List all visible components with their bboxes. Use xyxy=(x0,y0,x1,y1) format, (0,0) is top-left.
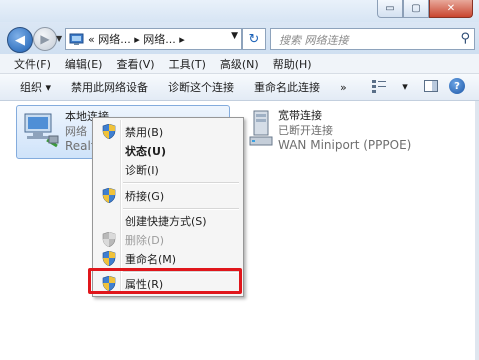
menu-view[interactable]: 查看(V) xyxy=(116,56,154,72)
menu-item-label: 诊断(I) xyxy=(125,163,159,177)
menu-edit[interactable]: 编辑(E) xyxy=(65,56,103,72)
menu-item-disable[interactable]: 禁用(B) xyxy=(95,122,241,141)
organize-button[interactable]: 组织 ▾ xyxy=(20,79,51,95)
menu-help[interactable]: 帮助(H) xyxy=(273,56,312,72)
menu-tools[interactable]: 工具(T) xyxy=(169,56,206,72)
menu-item-label: 删除(D) xyxy=(125,233,165,247)
menu-advanced[interactable]: 高级(N) xyxy=(220,56,259,72)
connection-labels: 宽带连接 已断开连接 WAN Miniport (PPPOE) xyxy=(278,108,411,153)
uac-shield-icon xyxy=(102,188,116,203)
maximize-icon: ▢ xyxy=(411,3,421,14)
maximize-button[interactable]: ▢ xyxy=(403,0,429,18)
view-controls: ▾ ? xyxy=(361,78,465,94)
menu-item-create-shortcut[interactable]: 创建快捷方式(S) xyxy=(95,211,241,230)
broadband-connection-icon xyxy=(249,110,273,146)
window-controls: ▭ ▢ ✕ xyxy=(377,0,473,18)
forward-button[interactable]: ▶ xyxy=(33,27,57,51)
refresh-icon: ↻ xyxy=(248,31,260,47)
preview-pane-icon[interactable] xyxy=(423,78,439,94)
uac-shield-icon xyxy=(102,251,116,266)
address-bar[interactable]: « 网络... ▸ 网络... ▸ ▼ xyxy=(65,28,242,50)
menu-item-delete: 删除(D) xyxy=(95,230,241,249)
minimize-button[interactable]: ▭ xyxy=(377,0,403,18)
close-button[interactable]: ✕ xyxy=(429,0,473,18)
uac-shield-icon xyxy=(102,232,116,247)
search-icon[interactable]: ⚲ xyxy=(460,31,470,46)
breadcrumb-item[interactable]: 网络... xyxy=(143,33,176,46)
search-input[interactable]: 搜索 网络连接 ⚲ xyxy=(270,28,475,50)
menu-separator xyxy=(123,208,239,210)
menu-item-status[interactable]: 状态(U) xyxy=(95,141,241,160)
address-row: ◀ ▶ ▼ « 网络... ▸ 网络... ▸ ▼ ↻ 搜索 网络连接 ⚲ xyxy=(0,22,479,54)
breadcrumb-separator[interactable]: ▸ xyxy=(179,33,185,46)
menu-file[interactable]: 文件(F) xyxy=(14,56,51,72)
minimize-icon: ▭ xyxy=(385,3,395,14)
network-adapter-icon xyxy=(24,113,59,148)
menu-item-label: 桥接(G) xyxy=(125,189,165,203)
title-bar: ▭ ▢ ✕ xyxy=(0,0,479,22)
connection-status: 已断开连接 xyxy=(278,124,333,137)
breadcrumb: « 网络... ▸ 网络... ▸ xyxy=(88,31,185,47)
uac-shield-icon xyxy=(102,124,116,139)
arrow-right-icon: ▶ xyxy=(40,32,50,46)
menu-item-label: 重命名(M) xyxy=(125,252,177,266)
connection-device: WAN Miniport (PPPOE) xyxy=(278,138,412,152)
connection-name: 宽带连接 xyxy=(278,109,322,122)
menu-bar: 文件(F) 编辑(E) 查看(V) 工具(T) 高级(N) 帮助(H) xyxy=(0,54,479,74)
rename-connection-button[interactable]: 重命名此连接 xyxy=(254,79,320,95)
back-button[interactable]: ◀ xyxy=(7,27,33,53)
command-bar: 组织 ▾ 禁用此网络设备 诊断这个连接 重命名此连接 » ▾ ? xyxy=(0,74,479,101)
menu-item-label: 创建快捷方式(S) xyxy=(125,214,207,228)
recent-pages-dropdown[interactable]: ▼ xyxy=(56,34,62,43)
connection-tile-broadband[interactable]: 宽带连接 已断开连接 WAN Miniport (PPPOE) xyxy=(244,105,454,157)
disable-device-button[interactable]: 禁用此网络设备 xyxy=(71,79,148,95)
breadcrumb-overflow[interactable]: « xyxy=(88,33,95,46)
breadcrumb-item[interactable]: 网络... xyxy=(98,33,131,46)
close-icon: ✕ xyxy=(446,3,456,14)
change-view-icon[interactable] xyxy=(371,78,387,94)
menu-item-label: 禁用(B) xyxy=(125,125,164,139)
view-dropdown-icon[interactable]: ▾ xyxy=(397,78,413,94)
menu-item-rename[interactable]: 重命名(M) xyxy=(95,249,241,268)
help-icon[interactable]: ? xyxy=(449,78,465,94)
diagnose-connection-button[interactable]: 诊断这个连接 xyxy=(168,79,234,95)
address-dropdown-icon[interactable]: ▼ xyxy=(231,31,238,41)
menu-item-label: 状态(U) xyxy=(125,144,166,158)
network-folder-icon xyxy=(69,33,84,45)
breadcrumb-separator[interactable]: ▸ xyxy=(134,33,140,46)
menu-item-bridge[interactable]: 桥接(G) xyxy=(95,186,241,205)
refresh-button[interactable]: ↻ xyxy=(242,28,266,50)
search-placeholder: 搜索 网络连接 xyxy=(279,34,349,47)
menu-item-diagnose[interactable]: 诊断(I) xyxy=(95,160,241,179)
arrow-left-icon: ◀ xyxy=(15,32,25,48)
properties-highlight-box xyxy=(88,268,242,294)
menu-separator xyxy=(123,182,239,184)
window-right-border xyxy=(475,101,479,360)
more-commands-button[interactable]: » xyxy=(340,81,347,94)
